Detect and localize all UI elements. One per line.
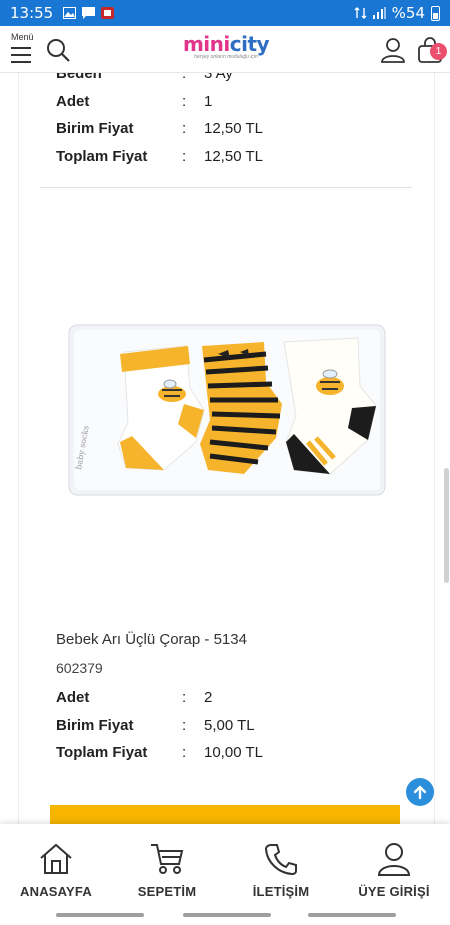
detail-row-total-price: Toplam Fiyat : 10,00 TL: [56, 744, 416, 766]
status-bar: 13:55 %54: [0, 0, 450, 26]
menu-label: Menü: [11, 32, 34, 42]
detail-value: 1: [204, 93, 213, 110]
app-notification-icon: [101, 7, 115, 19]
detail-value: 5,00 TL: [204, 717, 255, 734]
scrollbar-thumb[interactable]: [444, 468, 449, 583]
detail-separator: :: [182, 717, 187, 734]
item-divider: [40, 187, 412, 188]
status-right: %54: [354, 4, 440, 22]
gesture-bar-left: [56, 913, 144, 917]
logo-mini: mini: [182, 32, 230, 56]
detail-key: Toplam Fiyat: [56, 148, 148, 165]
nav-login[interactable]: ÜYE GİRİŞİ: [339, 842, 449, 899]
detail-key: Toplam Fiyat: [56, 744, 148, 761]
app-header: Menü minicity herşey onların mutluluğu i…: [0, 26, 450, 73]
nav-cart[interactable]: SEPETİM: [112, 842, 222, 899]
product-name[interactable]: Bebek Arı Üçlü Çorap - 5134: [56, 631, 247, 648]
cart-count-badge: 1: [430, 43, 447, 60]
detail-separator: :: [182, 120, 187, 137]
phone-icon: [264, 844, 297, 876]
detail-key: Adet: [56, 93, 90, 110]
notification-icons: [63, 7, 115, 19]
detail-key: Adet: [56, 689, 90, 706]
detail-separator: :: [182, 744, 187, 761]
battery-level: %54: [391, 4, 425, 22]
account-icon[interactable]: [380, 37, 406, 63]
brand-logo[interactable]: minicity herşey onların mutluluğu için: [176, 34, 276, 64]
detail-key: Birim Fiyat: [56, 717, 134, 734]
search-icon[interactable]: [46, 38, 70, 62]
cart-icon: [151, 844, 184, 874]
signal-icon: [372, 7, 386, 19]
nav-contact[interactable]: İLETİŞİM: [226, 842, 336, 899]
detail-separator: :: [182, 93, 187, 110]
scroll-to-top-button[interactable]: [406, 778, 434, 806]
detail-row-quantity: Adet : 2: [56, 689, 416, 711]
hamburger-icon: [11, 47, 31, 68]
detail-key: Birim Fiyat: [56, 120, 134, 137]
battery-icon: [431, 5, 440, 21]
nav-home[interactable]: ANASAYFA: [1, 842, 111, 899]
detail-row-total-price: Toplam Fiyat : 12,50 TL: [56, 148, 416, 170]
status-time: 13:55: [10, 4, 54, 22]
detail-separator: :: [182, 148, 187, 165]
product-image[interactable]: baby socks: [68, 324, 386, 496]
detail-row-quantity: Adet : 1: [56, 93, 416, 115]
product-code: 602379: [56, 660, 103, 676]
detail-row-unit-price: Birim Fiyat : 5,00 TL: [56, 717, 416, 739]
gesture-bar-right: [308, 913, 396, 917]
detail-value: 2: [204, 689, 213, 706]
nav-home-label: ANASAYFA: [20, 884, 92, 899]
gallery-icon: [63, 7, 77, 19]
user-icon: [377, 843, 411, 876]
menu-button[interactable]: Menü: [8, 32, 40, 66]
mobile-data-icon: [354, 7, 367, 19]
bottom-navigation: ANASAYFA SEPETİM İLETİŞİM ÜYE GİRİŞİ: [0, 824, 450, 925]
detail-separator: :: [182, 689, 187, 706]
nav-login-label: ÜYE GİRİŞİ: [358, 884, 430, 899]
logo-city: city: [229, 32, 270, 56]
gesture-bar-center: [183, 913, 271, 917]
detail-value: 12,50 TL: [204, 148, 263, 165]
detail-value: 10,00 TL: [204, 744, 263, 761]
home-icon: [40, 843, 72, 874]
arrow-up-icon: [413, 785, 427, 800]
nav-contact-label: İLETİŞİM: [252, 884, 310, 899]
detail-value: 12,50 TL: [204, 120, 263, 137]
message-icon: [82, 7, 96, 19]
nav-cart-label: SEPETİM: [137, 884, 197, 899]
detail-row-unit-price: Birim Fiyat : 12,50 TL: [56, 120, 416, 142]
